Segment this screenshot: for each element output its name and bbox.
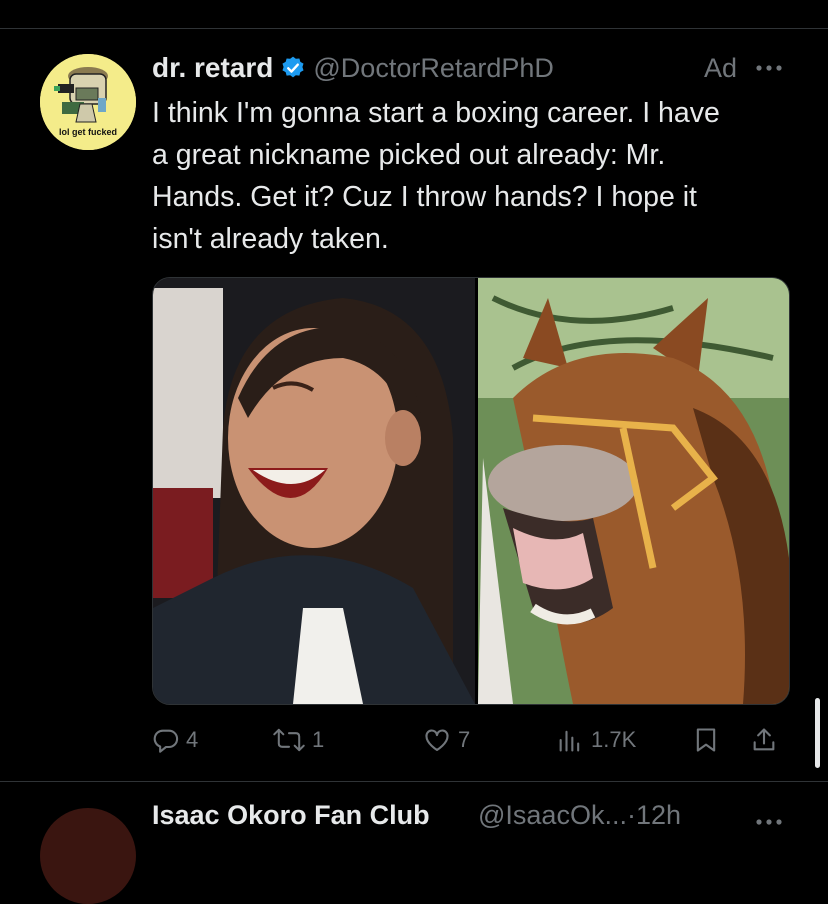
media-images — [153, 278, 789, 704]
repost-button[interactable]: 1 — [272, 722, 324, 758]
timeline-divider — [0, 781, 828, 782]
next-tweet-more-icon[interactable] — [752, 808, 786, 826]
repost-count: 1 — [312, 727, 325, 752]
verified-badge-icon[interactable] — [280, 55, 306, 81]
tweet-media[interactable] — [152, 277, 790, 705]
views-button[interactable]: 1.7K — [555, 722, 636, 758]
next-tweet-display-name[interactable]: Isaac Okoro Fan Club — [152, 800, 430, 831]
like-button[interactable]: 7 — [422, 722, 470, 758]
scrollbar[interactable] — [815, 698, 820, 768]
views-count: 1.7K — [591, 727, 637, 752]
timeline-divider — [0, 28, 828, 29]
photo-laughing-horse — [478, 278, 789, 704]
username-handle[interactable]: @DoctorRetardPhD — [313, 53, 554, 84]
more-options-icon[interactable] — [752, 54, 786, 82]
like-count: 7 — [458, 727, 471, 752]
next-tweet-avatar[interactable] — [40, 808, 136, 904]
bookmark-button[interactable] — [692, 722, 720, 758]
views-chart-icon — [559, 730, 580, 752]
tweet-actions: 4 1 7 1.7K — [152, 722, 792, 758]
share-icon — [753, 728, 775, 751]
avatar-caption: lol get fucked — [58, 127, 117, 137]
ad-label: Ad — [704, 53, 738, 83]
tweet-text: I think I'm gonna start a boxing career.… — [152, 97, 720, 255]
photo-laughing-woman — [153, 278, 475, 704]
reply-count: 4 — [186, 727, 199, 752]
bookmark-icon — [696, 728, 716, 752]
avatar[interactable]: lol get fucked — [40, 54, 136, 150]
reply-icon — [153, 729, 179, 753]
repost-icon — [273, 728, 305, 752]
display-name[interactable]: dr. retard — [152, 52, 273, 84]
tweet-header: dr. retard @DoctorRetardPhD — [152, 50, 554, 86]
reply-button[interactable]: 4 — [152, 722, 198, 758]
next-tweet-handle[interactable]: @IsaacOk...·12h — [478, 800, 681, 831]
share-button[interactable] — [750, 722, 778, 758]
heart-icon — [425, 729, 449, 751]
